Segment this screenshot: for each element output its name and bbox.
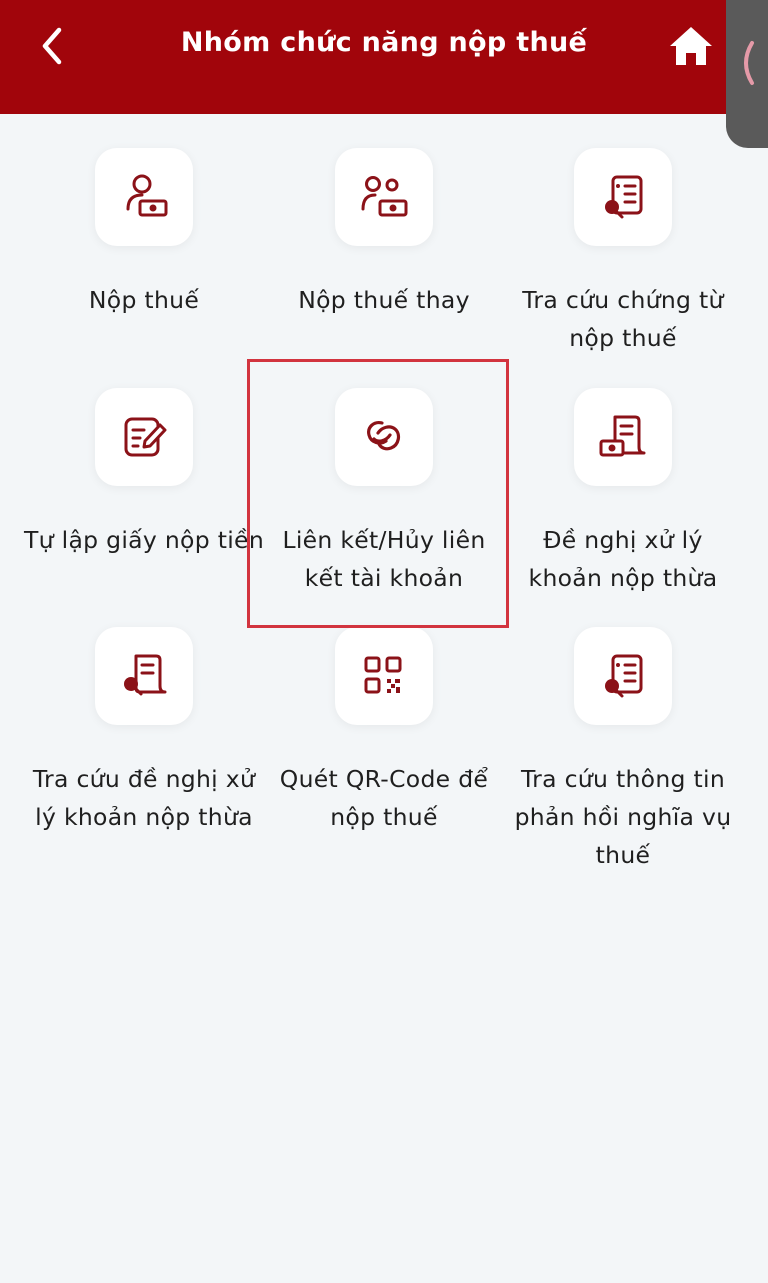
receipt-search-icon — [124, 654, 167, 696]
person-money-icon — [126, 174, 168, 217]
menu-item-9[interactable]: Tra cứu thông tin phản hồi nghĩa vụ thuế — [503, 627, 743, 869]
menu-item-label: Nộp thuế — [88, 286, 200, 314]
menu-icon-tile[interactable] — [574, 627, 672, 725]
menu-item-label: Quét QR-Code để nộp thuế — [279, 765, 489, 831]
edit-form-icon — [124, 417, 167, 457]
chevron-left-icon — [744, 41, 754, 85]
menu-icon-tile[interactable] — [574, 388, 672, 486]
menu-item-5[interactable]: Liên kết/Hủy liên kết tài khoản — [264, 388, 504, 618]
menu-item-8[interactable]: Quét QR-Code để nộp thuế — [264, 627, 504, 857]
menu-item-1[interactable]: Nộp thuế — [24, 148, 264, 378]
menu-item-6[interactable]: Đề nghị xử lý khoản nộp thừa — [503, 388, 743, 618]
menu-item-label: Tra cứu thông tin phản hồi nghĩa vụ thuế — [514, 765, 732, 869]
menu-item-4[interactable]: Tự lập giấy nộp tiền — [24, 388, 264, 618]
side-panel-handle[interactable] — [726, 0, 768, 148]
menu-item-3[interactable]: Tra cứu chứng từ nộp thuế — [503, 148, 743, 378]
menu-item-label: Đề nghị xử lý khoản nộp thừa — [528, 526, 718, 592]
qr-code-icon — [364, 656, 402, 694]
menu-icon-tile[interactable] — [95, 148, 193, 246]
document-search-icon — [605, 654, 643, 698]
menu-item-label: Nộp thuế thay — [298, 286, 470, 314]
menu-icon-tile[interactable] — [335, 148, 433, 246]
menu-item-label: Tự lập giấy nộp tiền — [24, 526, 265, 554]
menu-icon-tile[interactable] — [95, 388, 193, 486]
menu-icon-tile[interactable] — [95, 627, 193, 725]
app-header: Nhóm chức năng nộp thuế — [0, 0, 768, 114]
people-money-icon — [361, 176, 408, 217]
link-icon — [367, 421, 401, 451]
page-title: Nhóm chức năng nộp thuế — [180, 27, 588, 58]
menu-item-label: Tra cứu chứng từ nộp thuế — [522, 286, 724, 352]
back-button[interactable] — [30, 24, 74, 68]
menu-icon-tile[interactable] — [335, 627, 433, 725]
menu-item-label: Liên kết/Hủy liên kết tài khoản — [282, 526, 486, 592]
menu-item-2[interactable]: Nộp thuế thay — [264, 148, 504, 378]
chevron-left-icon — [42, 27, 62, 65]
receipt-money-icon — [599, 415, 646, 457]
home-button[interactable] — [666, 22, 716, 70]
menu-icon-tile[interactable] — [335, 388, 433, 486]
menu-item-7[interactable]: Tra cứu đề nghị xử lý khoản nộp thừa — [24, 627, 264, 857]
menu-icon-tile[interactable] — [574, 148, 672, 246]
menu-item-label: Tra cứu đề nghị xử lý khoản nộp thừa — [32, 765, 256, 831]
home-icon — [670, 27, 712, 65]
document-search-icon — [605, 175, 643, 219]
